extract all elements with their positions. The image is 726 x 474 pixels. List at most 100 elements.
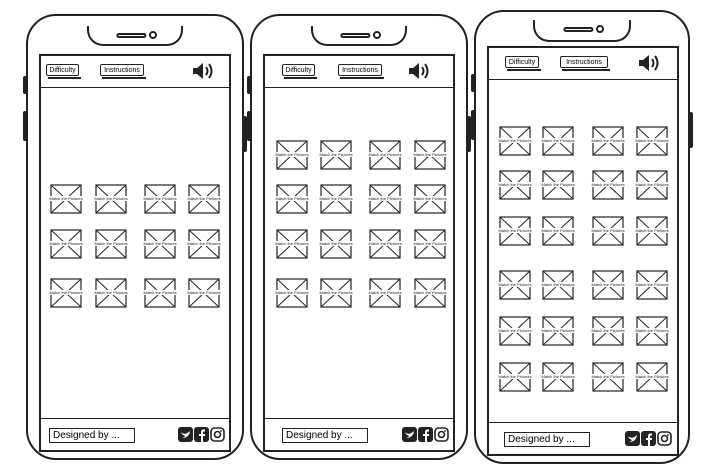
tile-caption: Match the Pictures xyxy=(140,290,180,295)
picture-tile[interactable]: Match the Pictures xyxy=(632,126,672,156)
tile-caption: Match the Pictures xyxy=(46,196,86,201)
picture-tile[interactable]: Match the Pictures xyxy=(632,170,672,200)
tile-caption: Match the Pictures xyxy=(316,152,356,157)
picture-tile[interactable]: Match the Pictures xyxy=(316,140,356,170)
tile-caption: Match the Pictures xyxy=(410,241,450,246)
picture-tile[interactable]: Match the Pictures xyxy=(184,184,224,214)
instagram-icon[interactable] xyxy=(434,427,449,442)
instructions-button[interactable]: Instructions xyxy=(338,64,384,79)
picture-tile[interactable]: Match the Pictures xyxy=(91,229,131,259)
picture-tile[interactable]: Match the Pictures xyxy=(365,278,405,308)
picture-tile[interactable]: Match the Pictures xyxy=(538,316,578,346)
picture-tile[interactable]: Match the Pictures xyxy=(588,170,628,200)
tile-caption: Match the Pictures xyxy=(91,241,131,246)
picture-tile[interactable]: Match the Pictures xyxy=(588,316,628,346)
picture-tile[interactable]: Match the Pictures xyxy=(272,278,312,308)
picture-tile[interactable]: Match the Pictures xyxy=(588,362,628,392)
tile-caption: Match the Pictures xyxy=(272,290,312,295)
picture-tile[interactable]: Match the Pictures xyxy=(410,140,450,170)
picture-tile[interactable]: Match the Pictures xyxy=(410,278,450,308)
picture-tile[interactable]: Match the Pictures xyxy=(316,278,356,308)
picture-tile[interactable]: Match the Pictures xyxy=(272,184,312,214)
picture-tile[interactable]: Match the Pictures xyxy=(410,229,450,259)
facebook-icon[interactable] xyxy=(418,427,433,442)
picture-tile[interactable]: Match the Pictures xyxy=(495,126,535,156)
picture-tile[interactable]: Match the Pictures xyxy=(495,216,535,246)
picture-tile[interactable]: Match the Pictures xyxy=(46,184,86,214)
picture-tile[interactable]: Match the Pictures xyxy=(140,184,180,214)
picture-tile[interactable]: Match the Pictures xyxy=(365,184,405,214)
picture-tile[interactable]: Match the Pictures xyxy=(365,140,405,170)
picture-tile[interactable]: Match the Pictures xyxy=(91,278,131,308)
picture-tile[interactable]: Match the Pictures xyxy=(538,362,578,392)
side-button xyxy=(23,111,27,141)
top-bar: Difficulty Instructions xyxy=(265,56,453,88)
tile-caption: Match the Pictures xyxy=(588,282,628,287)
tile-caption: Match the Pictures xyxy=(184,290,224,295)
picture-tile[interactable]: Match the Pictures xyxy=(316,184,356,214)
side-button xyxy=(471,74,475,92)
picture-tile[interactable]: Match the Pictures xyxy=(632,270,672,300)
picture-tile[interactable]: Match the Pictures xyxy=(410,184,450,214)
footer: Designed by ... xyxy=(265,418,453,450)
tile-caption: Match the Pictures xyxy=(538,374,578,379)
tile-caption: Match the Pictures xyxy=(632,328,672,333)
tile-caption: Match the Pictures xyxy=(588,228,628,233)
speaker-volume-icon[interactable] xyxy=(191,61,217,81)
tile-caption: Match the Pictures xyxy=(588,182,628,187)
tile-caption: Match the Pictures xyxy=(495,374,535,379)
speaker-volume-icon[interactable] xyxy=(637,53,663,73)
picture-tile[interactable]: Match the Pictures xyxy=(272,140,312,170)
instructions-button[interactable]: Instructions xyxy=(560,56,610,71)
tile-caption: Match the Pictures xyxy=(272,196,312,201)
picture-tile[interactable]: Match the Pictures xyxy=(495,362,535,392)
picture-tile[interactable]: Match the Pictures xyxy=(140,229,180,259)
tile-caption: Match the Pictures xyxy=(538,282,578,287)
tile-caption: Match the Pictures xyxy=(632,182,672,187)
picture-tile[interactable]: Match the Pictures xyxy=(495,170,535,200)
picture-tile[interactable]: Match the Pictures xyxy=(46,229,86,259)
picture-tile[interactable]: Match the Pictures xyxy=(184,278,224,308)
picture-tile[interactable]: Match the Pictures xyxy=(588,126,628,156)
facebook-icon[interactable] xyxy=(641,431,656,446)
twitter-icon[interactable] xyxy=(178,427,193,442)
picture-tile[interactable]: Match the Pictures xyxy=(588,216,628,246)
phone-screen: Difficulty Instructions Designed by ... xyxy=(263,54,455,452)
picture-tile[interactable]: Match the Pictures xyxy=(495,270,535,300)
picture-tile[interactable]: Match the Pictures xyxy=(140,278,180,308)
side-button xyxy=(247,76,251,94)
difficulty-button[interactable]: Difficulty xyxy=(505,56,541,71)
twitter-icon[interactable] xyxy=(402,427,417,442)
picture-tile[interactable]: Match the Pictures xyxy=(538,216,578,246)
picture-tile[interactable]: Match the Pictures xyxy=(632,316,672,346)
footer: Designed by ... xyxy=(41,418,229,450)
picture-tile[interactable]: Match the Pictures xyxy=(538,270,578,300)
picture-tile[interactable]: Match the Pictures xyxy=(272,229,312,259)
picture-tile[interactable]: Match the Pictures xyxy=(538,126,578,156)
tile-caption: Match the Pictures xyxy=(495,282,535,287)
facebook-icon[interactable] xyxy=(194,427,209,442)
picture-tile[interactable]: Match the Pictures xyxy=(632,362,672,392)
instagram-icon[interactable] xyxy=(210,427,225,442)
tile-caption: Match the Pictures xyxy=(495,138,535,143)
tile-caption: Match the Pictures xyxy=(495,328,535,333)
instagram-icon[interactable] xyxy=(657,431,672,446)
tile-caption: Match the Pictures xyxy=(632,228,672,233)
picture-tile[interactable]: Match the Pictures xyxy=(365,229,405,259)
front-camera xyxy=(373,31,381,39)
difficulty-button[interactable]: Difficulty xyxy=(46,64,81,79)
picture-tile[interactable]: Match the Pictures xyxy=(588,270,628,300)
picture-tile[interactable]: Match the Pictures xyxy=(316,229,356,259)
picture-tile[interactable]: Match the Pictures xyxy=(91,184,131,214)
speaker-volume-icon[interactable] xyxy=(407,61,433,81)
top-bar: Difficulty Instructions xyxy=(489,48,677,80)
picture-tile[interactable]: Match the Pictures xyxy=(495,316,535,346)
twitter-icon[interactable] xyxy=(625,431,640,446)
picture-tile[interactable]: Match the Pictures xyxy=(46,278,86,308)
picture-tile[interactable]: Match the Pictures xyxy=(538,170,578,200)
picture-tile[interactable]: Match the Pictures xyxy=(632,216,672,246)
picture-tile[interactable]: Match the Pictures xyxy=(184,229,224,259)
instructions-button[interactable]: Instructions xyxy=(100,64,146,79)
tile-caption: Match the Pictures xyxy=(140,196,180,201)
difficulty-button[interactable]: Difficulty xyxy=(282,64,317,79)
